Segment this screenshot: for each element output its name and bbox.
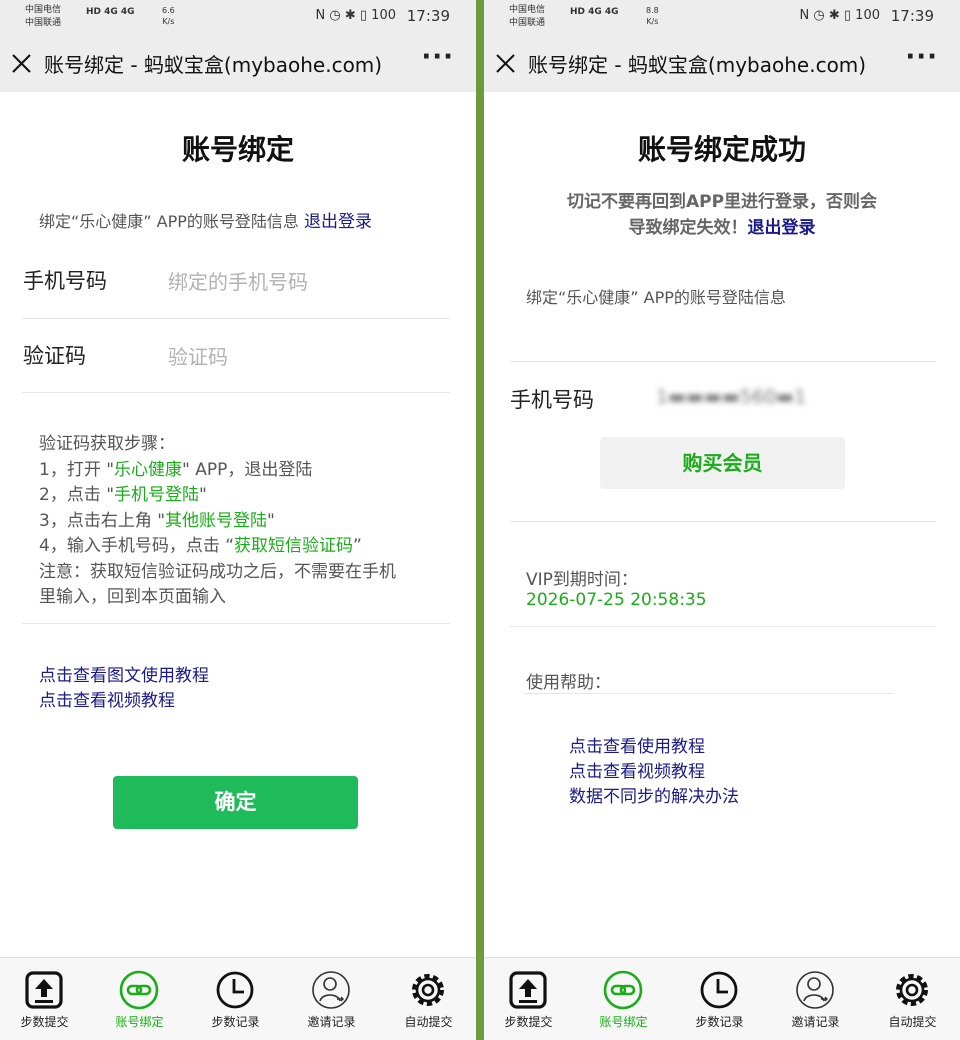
- help-sync-fix-link[interactable]: 数据不同步的解决办法: [569, 785, 739, 810]
- vip-expiry-value: 2026-07-25 20:58:35: [526, 590, 707, 610]
- tab-bar: 步数提交 账号绑定 步数记录 邀请记录 自动提交: [0, 957, 476, 1040]
- gear-icon: [412, 974, 444, 1006]
- code-input[interactable]: 验证码: [168, 341, 228, 370]
- phone-label: 手机号码: [23, 269, 107, 293]
- nav-bar: 账号绑定 - 蚂蚁宝盒(mybaohe.com) ···: [484, 34, 960, 92]
- divider: [22, 623, 450, 624]
- warning-text: 切记不要再回到APP里进行登录，否则会 导致绑定失效！退出登录: [566, 192, 878, 238]
- status-icons: N ◷ ✱ ▯ 100: [799, 8, 880, 23]
- signal-icon: HD 4G 4G: [86, 7, 135, 17]
- user-icon: [796, 971, 834, 1009]
- status-bar: 中国电信 中国联通 HD 4G 4G 8.8 K/s N ◷ ✱ ▯ 100 1…: [484, 0, 960, 34]
- phone-screen-left: 中国电信 中国联通 HD 4G 4G 6.6 K/s N ◷ ✱ ▯ 100 1…: [0, 0, 476, 1040]
- tab-invite-records[interactable]: 邀请记录: [284, 958, 379, 1040]
- user-icon: [312, 971, 350, 1009]
- divider: [22, 318, 450, 319]
- help-video-link[interactable]: 点击查看视频教程: [569, 760, 739, 785]
- network-speed: 6.6 K/s: [162, 6, 175, 26]
- close-icon[interactable]: [494, 48, 518, 78]
- phone-value-blurred: 1▬▬▬▬560▬1: [656, 386, 807, 408]
- carrier-names: 中国电信 中国联通: [25, 5, 62, 28]
- phone-label: 手机号码: [510, 388, 594, 412]
- divider: [510, 361, 936, 362]
- buy-membership-button[interactable]: 购买会员: [600, 437, 845, 489]
- nav-bar: 账号绑定 - 蚂蚁宝盒(mybaohe.com) ···: [0, 34, 476, 92]
- help-tutorial-link[interactable]: 点击查看使用教程: [569, 735, 739, 760]
- signal-icon: HD 4G 4G: [570, 7, 619, 17]
- tab-auto-submit[interactable]: 自动提交: [381, 958, 476, 1040]
- divider: [524, 693, 894, 694]
- tab-step-records[interactable]: 步数记录: [188, 958, 283, 1040]
- tab-account-bind[interactable]: 账号绑定: [576, 958, 671, 1040]
- tab-step-submit[interactable]: 步数提交: [0, 958, 92, 1040]
- help-links: 点击查看使用教程 点击查看视频教程 数据不同步的解决办法: [569, 735, 739, 810]
- more-options-icon[interactable]: ···: [905, 42, 938, 72]
- divider: [510, 521, 936, 522]
- gear-icon: [896, 974, 928, 1006]
- upload-icon: [25, 971, 63, 1009]
- phone-input[interactable]: 绑定的手机号码: [168, 266, 308, 295]
- tab-account-bind[interactable]: 账号绑定: [92, 958, 187, 1040]
- upload-icon: [509, 971, 547, 1009]
- code-label: 验证码: [23, 344, 86, 368]
- clock-icon: [700, 971, 738, 1009]
- tutorial-links: 点击查看图文使用教程 点击查看视频教程: [39, 664, 209, 714]
- bind-info: 绑定“乐心健康” APP的账号登陆信息 退出登录: [39, 212, 373, 232]
- status-icons: N ◷ ✱ ▯ 100: [315, 8, 396, 23]
- tab-step-records[interactable]: 步数记录: [672, 958, 767, 1040]
- code-steps: 验证码获取步骤： 1，打开 "乐心健康" APP，退出登陆 2，点击 "手机号登…: [39, 434, 396, 607]
- tab-invite-records[interactable]: 邀请记录: [768, 958, 863, 1040]
- page-title: 账号绑定成功: [637, 133, 806, 166]
- vip-expiry-label: VIP到期时间：: [526, 570, 638, 590]
- divider: [22, 392, 450, 393]
- clock: 17:39: [890, 7, 934, 25]
- tutorial-text-link[interactable]: 点击查看图文使用教程: [39, 664, 209, 689]
- link-icon: [603, 970, 643, 1010]
- link-icon: [119, 970, 159, 1010]
- page-title: 账号绑定: [181, 133, 294, 166]
- tab-bar: 步数提交 账号绑定 步数记录 邀请记录 自动提交: [484, 957, 960, 1040]
- carrier-names: 中国电信 中国联通: [509, 5, 546, 28]
- tutorial-video-link[interactable]: 点击查看视频教程: [39, 689, 209, 714]
- bind-info: 绑定“乐心健康” APP的账号登陆信息: [526, 288, 786, 307]
- confirm-button[interactable]: 确定: [113, 776, 358, 829]
- network-speed: 8.8 K/s: [646, 6, 659, 26]
- tab-step-submit[interactable]: 步数提交: [484, 958, 576, 1040]
- close-icon[interactable]: [10, 48, 34, 78]
- logout-link[interactable]: 退出登录: [748, 218, 816, 238]
- divider: [510, 626, 936, 627]
- status-bar: 中国电信 中国联通 HD 4G 4G 6.6 K/s N ◷ ✱ ▯ 100 1…: [0, 0, 476, 34]
- clock: 17:39: [406, 7, 450, 25]
- nav-title: 账号绑定 - 蚂蚁宝盒(mybaohe.com): [44, 53, 383, 77]
- more-options-icon[interactable]: ···: [421, 42, 454, 72]
- logout-link[interactable]: 退出登录: [304, 212, 372, 232]
- phone-screen-right: 中国电信 中国联通 HD 4G 4G 8.8 K/s N ◷ ✱ ▯ 100 1…: [484, 0, 960, 1040]
- tab-auto-submit[interactable]: 自动提交: [865, 958, 960, 1040]
- clock-icon: [216, 971, 254, 1009]
- help-label: 使用帮助：: [526, 673, 611, 693]
- nav-title: 账号绑定 - 蚂蚁宝盒(mybaohe.com): [528, 53, 867, 77]
